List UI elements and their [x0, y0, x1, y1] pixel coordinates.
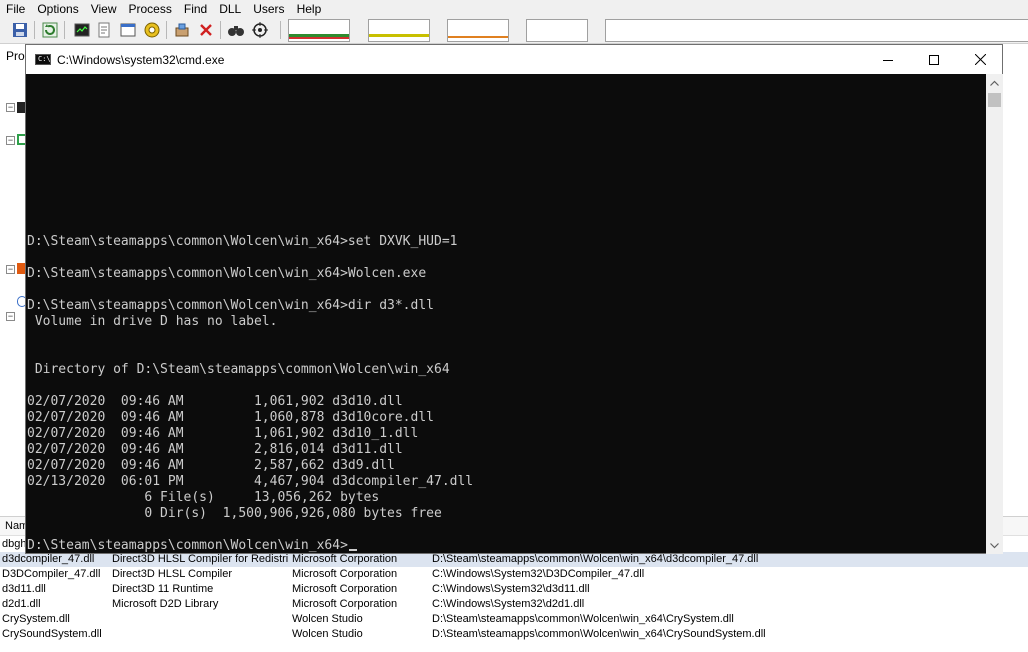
console-line: 02/07/2020 09:46 AM 2,816,014 d3d11.dll [27, 442, 403, 457]
menu-find[interactable]: Find [178, 2, 213, 16]
console-line: 02/07/2020 09:46 AM 2,587,662 d3d9.dll [27, 458, 395, 473]
scroll-up-icon[interactable] [986, 74, 1003, 91]
menu-file[interactable]: File [0, 2, 31, 16]
list-item[interactable]: CrySystem.dll Wolcen Studio D:\Steam\ste… [0, 612, 1028, 627]
console-line: Directory of D:\Steam\steamapps\common\W… [27, 362, 450, 377]
dll-path: D:\Steam\steamapps\common\Wolcen\win_x64… [432, 553, 759, 565]
text-cursor [348, 549, 357, 551]
menu-process[interactable]: Process [123, 2, 178, 16]
prompt-line[interactable]: D:\Steam\steamapps\common\Wolcen\win_x64… [27, 538, 357, 554]
list-item[interactable]: d2d1.dll Microsoft D2D Library Microsoft… [0, 597, 1028, 612]
dll-name: CrySystem.dll [2, 613, 70, 625]
close-button[interactable] [957, 45, 1003, 74]
console-line: 02/07/2020 09:46 AM 1,061,902 d3d10.dll [27, 394, 403, 409]
list-item[interactable]: D3DCompiler_47.dll Direct3D HLSL Compile… [0, 567, 1028, 582]
menu-view[interactable]: View [85, 2, 123, 16]
menu-help[interactable]: Help [291, 2, 328, 16]
dll-name: d3d11.dll [2, 583, 46, 595]
dll-description: Microsoft D2D Library [112, 598, 219, 610]
dll-company: Microsoft Corporation [292, 568, 398, 580]
properties-icon[interactable] [94, 20, 114, 40]
gpu-graph[interactable] [605, 19, 1028, 42]
dll-name: d2d1.dll [2, 598, 41, 610]
dll-name: D3DCompiler_47.dll [2, 568, 101, 580]
cpu-graph[interactable] [288, 19, 350, 42]
commit-graph[interactable] [368, 19, 430, 42]
tree-collapse-icon[interactable]: − [6, 136, 15, 145]
dll-company: Wolcen Studio [292, 613, 363, 625]
menu-dll[interactable]: DLL [213, 2, 247, 16]
console-line: D:\Steam\steamapps\common\Wolcen\win_x64… [27, 234, 458, 249]
minimize-button[interactable] [865, 45, 911, 74]
dll-company: Microsoft Corporation [292, 583, 398, 595]
dll-path: C:\Windows\System32\d3d11.dll [432, 583, 590, 595]
console-line: 02/07/2020 09:46 AM 1,061,902 d3d10_1.dl… [27, 426, 419, 441]
cmd-window[interactable]: C:\ C:\Windows\system32\cmd.exe D:\Steam… [25, 44, 1003, 554]
cmd-titlebar[interactable]: C:\ C:\Windows\system32\cmd.exe [26, 45, 1002, 74]
dll-company: Microsoft Corporation [292, 553, 398, 565]
menu-options[interactable]: Options [31, 2, 84, 16]
list-item[interactable]: d3d11.dll Direct3D 11 Runtime Microsoft … [0, 582, 1028, 597]
target-icon[interactable] [250, 20, 270, 40]
menu-users[interactable]: Users [247, 2, 290, 16]
maximize-icon [929, 54, 939, 65]
console-line: 0 Dir(s) 1,500,906,926,080 bytes free [27, 506, 442, 521]
console-icon: C:\ [35, 54, 51, 65]
dll-path: D:\Steam\steamapps\common\Wolcen\win_x64… [432, 613, 734, 625]
console-line: D:\Steam\steamapps\common\Wolcen\win_x64… [27, 266, 427, 281]
tree-collapse-icon[interactable]: − [6, 312, 15, 321]
dll-name: CrySoundSystem.dll [2, 628, 102, 640]
dll-path: C:\Windows\System32\d2d1.dll [432, 598, 585, 610]
dll-name: d3dcompiler_47.dll [2, 553, 95, 565]
console-line: 6 File(s) 13,056,262 bytes [27, 490, 380, 505]
dll-description: Direct3D HLSL Compiler for Redistributio… [112, 553, 288, 565]
tree-collapse-icon[interactable]: − [6, 103, 15, 112]
maximize-button[interactable] [911, 45, 957, 74]
prompt-text: D:\Steam\steamapps\common\Wolcen\win_x64… [27, 538, 348, 553]
io-graph[interactable] [447, 19, 509, 42]
close-icon [974, 54, 986, 65]
tree-collapse-icon[interactable]: − [6, 265, 15, 274]
cpu-icon[interactable] [142, 20, 162, 40]
dll-description: Direct3D HLSL Compiler [112, 568, 233, 580]
dll-description: Direct3D 11 Runtime [112, 583, 214, 595]
minimize-icon [883, 59, 893, 61]
window-title: C:\Windows\system32\cmd.exe [57, 52, 225, 67]
menu-bar: File Options View Process Find DLL Users… [0, 0, 1028, 17]
network-graph[interactable] [526, 19, 588, 42]
scrollbar-thumb[interactable] [988, 93, 1001, 107]
console-line: D:\Steam\steamapps\common\Wolcen\win_x64… [27, 298, 434, 313]
console-line: 02/13/2020 06:01 PM 4,467,904 d3dcompile… [27, 474, 474, 489]
dll-company: Wolcen Studio [292, 628, 363, 640]
kill-process-icon[interactable] [196, 20, 216, 40]
console-line: Volume in drive D has no label. [27, 314, 278, 329]
list-item[interactable]: d3dcompiler_47.dll Direct3D HLSL Compile… [0, 552, 1028, 567]
window-icon[interactable] [118, 20, 138, 40]
system-info-icon[interactable] [72, 20, 92, 40]
dll-path: C:\Windows\System32\D3DCompiler_47.dll [432, 568, 645, 580]
dll-path: D:\Steam\steamapps\common\Wolcen\win_x64… [432, 628, 766, 640]
scroll-down-icon[interactable] [986, 537, 1003, 554]
vertical-scrollbar[interactable] [986, 74, 1003, 554]
dll-list: dbgh d3dcompiler_47.dll Direct3D HLSL Co… [0, 537, 1028, 652]
dll-company: Microsoft Corporation [292, 598, 398, 610]
process-tree [0, 45, 26, 515]
refresh-icon[interactable] [40, 20, 60, 40]
console-output[interactable]: D:\Steam\steamapps\common\Wolcen\win_x64… [26, 74, 986, 554]
save-icon[interactable] [10, 20, 30, 40]
find-icon[interactable] [226, 20, 246, 40]
list-item[interactable]: CrySoundSystem.dll Wolcen Studio D:\Stea… [0, 627, 1028, 642]
toolbar [0, 17, 1028, 44]
options-icon[interactable] [172, 20, 192, 40]
console-line: 02/07/2020 09:46 AM 1,060,878 d3d10core.… [27, 410, 434, 425]
